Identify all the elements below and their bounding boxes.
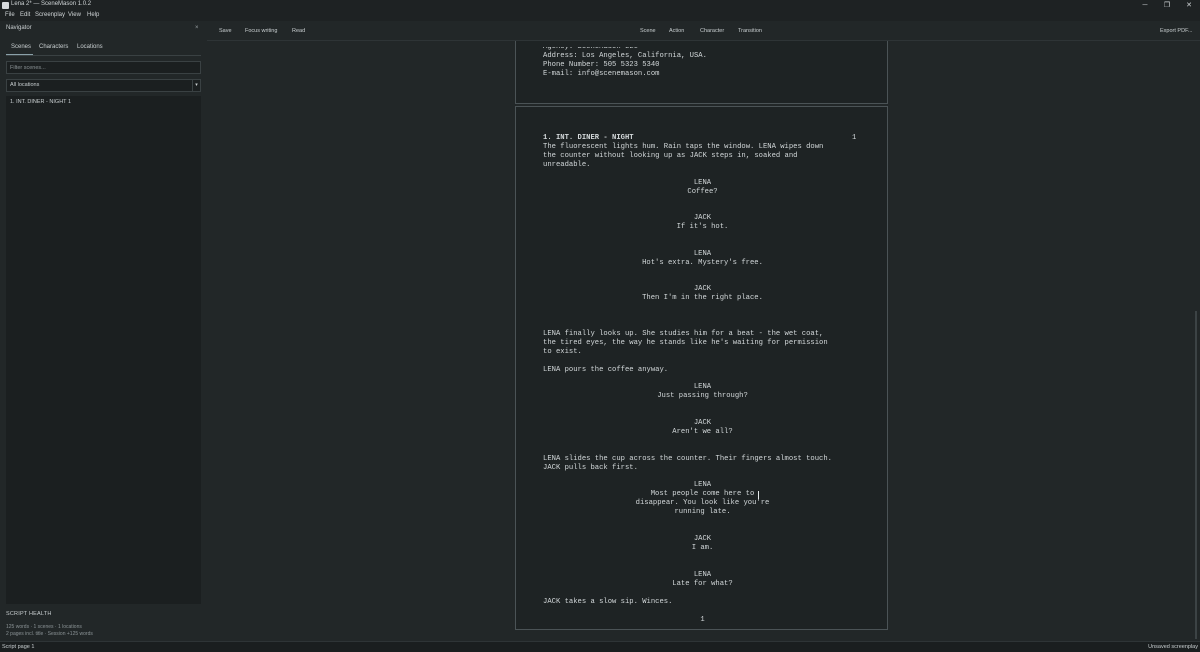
title-agency: Agency: SceneMason LLC — [543, 43, 638, 51]
character-cue: JACK — [693, 535, 712, 543]
dialogue-line: Hot's extra. Mystery's free. — [642, 259, 763, 267]
dialogue-line: running late. — [674, 508, 731, 516]
maximize-button[interactable]: ❐ — [1156, 0, 1178, 11]
scene-number: 1 — [852, 134, 857, 142]
title-email: E-mail: info@scenemason.com — [543, 70, 660, 78]
transition-button[interactable]: Transition — [738, 28, 762, 34]
navigator-title: Navigator — [6, 25, 32, 31]
action-line: the counter without looking up as JACK s… — [543, 152, 798, 160]
status-bar: Script page 1 Unsaved screenplay — [0, 641, 1200, 652]
active-tab-indicator — [6, 54, 33, 55]
title-bar: Lena 2* — SceneMason 1.0.2 ─ ❐ ✕ — [0, 0, 1200, 11]
action-line: LENA pours the coffee anyway. — [543, 366, 669, 374]
tab-scenes[interactable]: Scenes — [11, 44, 31, 50]
action-line: JACK takes a slow sip. Winces. — [543, 598, 673, 606]
minimize-button[interactable]: ─ — [1134, 0, 1156, 11]
location-select-value: All locations — [10, 82, 40, 88]
app-icon — [2, 2, 9, 9]
dialogue-line: disappear. You look like you're — [635, 499, 770, 507]
scrollbar-thumb[interactable] — [1195, 311, 1197, 639]
title-page[interactable]: Agency: SceneMason LLC Address: Los Ange… — [515, 41, 888, 104]
focus-writing-button[interactable]: Focus writing — [245, 28, 277, 34]
action-line: The fluorescent lights hum. Rain taps th… — [543, 143, 824, 151]
menu-help[interactable]: Help — [87, 12, 99, 18]
tab-characters[interactable]: Characters — [39, 44, 68, 50]
character-cue: LENA — [693, 179, 712, 187]
list-item[interactable]: 1. INT. DINER - NIGHT 1 — [10, 99, 71, 105]
character-cue: LENA — [693, 250, 712, 258]
dialogue-line: Coffee? — [687, 188, 718, 196]
export-pdf-button[interactable]: Export PDF... — [1160, 28, 1192, 34]
save-button[interactable]: Save — [219, 28, 232, 34]
scene-list: 1. INT. DINER - NIGHT 1 — [6, 96, 201, 604]
character-cue: LENA — [693, 571, 712, 579]
editor-scrollbar[interactable] — [1193, 41, 1200, 641]
menu-file[interactable]: File — [5, 12, 15, 18]
action-line: unreadable. — [543, 161, 591, 169]
dialogue-line: Then I'm in the right place. — [642, 294, 763, 302]
action-button[interactable]: Action — [669, 28, 684, 34]
character-cue: LENA — [693, 383, 712, 391]
navigator-close-icon[interactable]: × — [195, 25, 199, 31]
dialogue-line: Just passing through? — [657, 392, 748, 400]
character-cue: LENA — [693, 481, 712, 489]
script-health-pages: 2 pages incl. title · Session +125 words — [6, 631, 93, 637]
script-health-stats: 125 words · 1 scenes · 1 locations — [6, 624, 82, 630]
character-button[interactable]: Character — [700, 28, 724, 34]
scene-heading: 1. INT. DINER - NIGHT — [543, 134, 634, 142]
script-editor[interactable]: Agency: SceneMason LLC Address: Los Ange… — [207, 41, 1193, 641]
read-button[interactable]: Read — [292, 28, 305, 34]
character-cue: JACK — [693, 419, 712, 427]
menu-edit[interactable]: Edit — [20, 12, 30, 18]
dialogue-line: I am. — [691, 544, 714, 552]
status-page: Script page 1 — [2, 644, 35, 650]
tabs-divider — [6, 55, 201, 56]
dialogue-line: If it's hot. — [676, 223, 729, 231]
character-cue: JACK — [693, 214, 712, 222]
navigator-panel: Navigator × Scenes Characters Locations … — [0, 21, 206, 641]
close-button[interactable]: ✕ — [1178, 0, 1200, 11]
character-cue: JACK — [693, 285, 712, 293]
menu-bar: File Edit Screenplay View Help — [0, 11, 1200, 21]
status-save-state: Unsaved screenplay — [1148, 644, 1198, 650]
action-line: the tired eyes, the way he stands like h… — [543, 339, 828, 347]
scene-button[interactable]: Scene — [640, 28, 656, 34]
window-title: Lena 2* — SceneMason 1.0.2 — [11, 1, 92, 7]
tab-locations[interactable]: Locations — [77, 44, 103, 50]
dialogue-line: Aren't we all? — [672, 428, 733, 436]
dialogue-line: Late for what? — [672, 580, 733, 588]
location-select[interactable]: All locations ▾ — [6, 79, 201, 92]
script-page[interactable]: 1. INT. DINER - NIGHT 1 The fluorescent … — [515, 106, 888, 630]
action-line: to exist. — [543, 348, 582, 356]
action-line: JACK pulls back first. — [543, 464, 638, 472]
action-line: LENA finally looks up. She studies him f… — [543, 330, 824, 338]
menu-view[interactable]: View — [68, 12, 81, 18]
action-line: LENA slides the cup across the counter. … — [543, 455, 832, 463]
script-health-title: SCRIPT HEALTH — [6, 611, 52, 617]
menu-screenplay[interactable]: Screenplay — [35, 12, 65, 18]
chevron-down-icon[interactable]: ▾ — [192, 80, 200, 91]
title-address: Address: Los Angeles, California, USA. — [543, 52, 707, 60]
filter-scenes-input[interactable] — [6, 61, 201, 74]
page-number: 1 — [700, 616, 705, 624]
dialogue-line: Most people come here to — [650, 490, 755, 498]
text-caret — [758, 491, 759, 499]
title-phone: Phone Number: 505 5323 5340 — [543, 61, 660, 69]
toolbar: Save Focus writing Read Scene Action Cha… — [207, 21, 1200, 41]
